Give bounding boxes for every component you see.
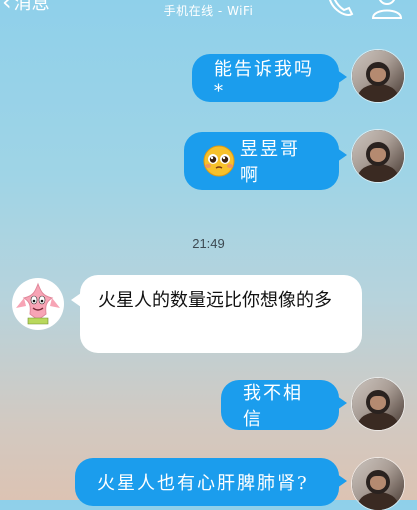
my-avatar[interactable]: [352, 458, 404, 510]
message-text: 昱昱哥啊: [240, 139, 300, 186]
patrick-star-icon: [16, 282, 60, 325]
message-text: 火星人也有心肝脾肺肾?: [97, 473, 309, 494]
my-avatar[interactable]: [352, 50, 404, 102]
incoming-message-bubble[interactable]: 火星人的数量远比你想像的多: [71, 275, 362, 353]
phone-icon[interactable]: [322, 0, 356, 20]
pleading-face-icon: [203, 145, 235, 177]
outgoing-message-bubble[interactable]: 昱昱哥啊: [184, 132, 347, 190]
outgoing-message-bubble[interactable]: 火星人也有心肝脾肺肾?: [75, 458, 347, 506]
contact-profile-icon[interactable]: [370, 0, 404, 20]
my-avatar[interactable]: [352, 378, 404, 430]
message-text: 我不相信: [243, 383, 303, 430]
my-avatar[interactable]: [352, 130, 404, 182]
message-text: 能告诉我吗*: [214, 58, 314, 102]
chat-header: ‹ 消息 手机在线 - WiFi: [0, 0, 417, 22]
outgoing-message-bubble[interactable]: 能告诉我吗*: [192, 54, 347, 102]
contact-avatar[interactable]: [12, 278, 64, 330]
message-timestamp: 21:49: [192, 236, 225, 251]
outgoing-message-bubble[interactable]: 我不相信: [221, 380, 347, 430]
message-text: 火星人的数量远比你想像的多: [98, 290, 332, 311]
